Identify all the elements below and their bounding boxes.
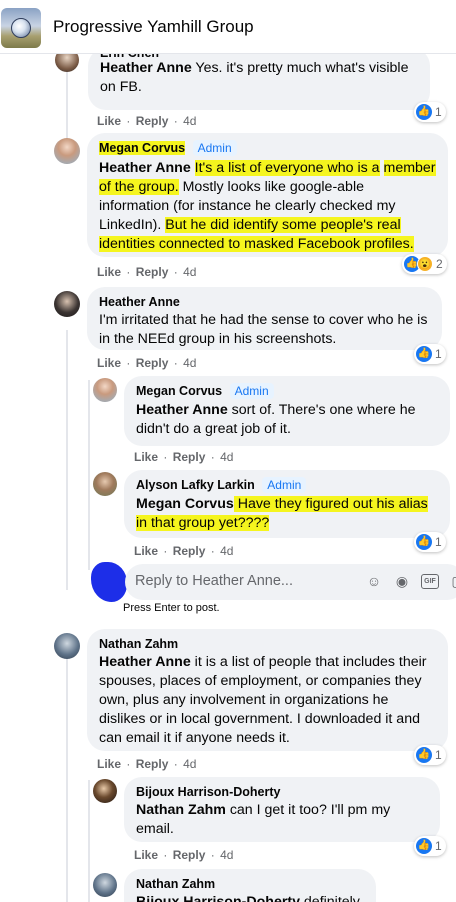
avatar[interactable] [93, 378, 117, 402]
wow-icon: 😮 [417, 256, 433, 272]
comment-actions: Like · Reply · 4d [97, 114, 197, 128]
reply-button[interactable]: Reply [173, 544, 206, 558]
timestamp[interactable]: 4d [220, 544, 233, 558]
mention-link[interactable]: Heather Anne [136, 402, 228, 418]
admin-badge[interactable]: Admin [262, 477, 307, 493]
like-icon: 👍 [416, 838, 432, 854]
comment-bubble: Megan Corvus Admin Heather Anne It's a l… [87, 133, 448, 257]
reaction-count[interactable]: 👍 😮 2 [402, 254, 447, 274]
reaction-count[interactable]: 👍 1 [414, 102, 446, 122]
comment-text: Heather Anne Yes. it's pretty much what'… [100, 60, 409, 95]
reply-input[interactable]: Reply to Heather Anne... ☺ ◉ GIF ▢ [125, 564, 456, 600]
reply-button[interactable]: Reply [136, 114, 169, 128]
comment-bubble: Nathan Zahm Heather Anne it is a list of… [87, 629, 448, 751]
comment-author[interactable]: Megan Corvus [99, 141, 186, 155]
like-button[interactable]: Like [134, 544, 158, 558]
thread-line [88, 780, 90, 902]
mention-link[interactable]: Bijoux Harrison-Doherty [136, 894, 300, 902]
reply-button[interactable]: Reply [173, 848, 206, 862]
reaction-count[interactable]: 👍 1 [414, 344, 446, 364]
comment-bubble: Megan Corvus Admin Heather Anne sort of.… [124, 376, 450, 446]
group-header: Progressive Yamhill Group [0, 0, 456, 54]
avatar[interactable] [93, 873, 117, 897]
reaction-count[interactable]: 👍 1 [414, 532, 446, 552]
comment-author[interactable]: Nathan Zahm [136, 876, 364, 892]
mention-link[interactable]: Megan Corvus [136, 496, 234, 512]
like-icon: 👍 [416, 534, 432, 550]
comment-bubble: Erin Chen Heather Anne Yes. it's pretty … [88, 46, 430, 110]
mention-link[interactable]: Heather Anne [99, 654, 191, 670]
reply-button[interactable]: Reply [136, 757, 169, 771]
comment-author[interactable]: Megan Corvus [136, 384, 222, 398]
avatar[interactable] [54, 138, 80, 164]
avatar[interactable] [54, 633, 80, 659]
mention-link[interactable]: Nathan Zahm [136, 802, 226, 818]
group-title[interactable]: Progressive Yamhill Group [53, 17, 254, 37]
comment-actions: Like · Reply · 4d [97, 757, 197, 771]
thread-line [88, 380, 90, 570]
reaction-count[interactable]: 👍 1 [414, 745, 446, 765]
timestamp[interactable]: 4d [183, 356, 196, 370]
like-icon: 👍 [416, 747, 432, 763]
camera-icon[interactable]: ◉ [393, 572, 411, 590]
comment-author[interactable]: Alyson Lafky Larkin [136, 478, 255, 492]
comment-author[interactable]: Nathan Zahm [99, 636, 436, 652]
reaction-count[interactable]: 👍 1 [414, 836, 446, 856]
thread-line [66, 330, 68, 590]
group-logo-icon[interactable] [1, 8, 41, 48]
reply-button[interactable]: Reply [136, 265, 169, 279]
comment-bubble: Bijoux Harrison-Doherty Nathan Zahm can … [124, 777, 440, 842]
comment-text: Megan Corvus Have they figured out his a… [136, 496, 428, 531]
reply-button[interactable]: Reply [173, 450, 206, 464]
timestamp[interactable]: 4d [183, 114, 196, 128]
comment-actions: Like · Reply · 4d [134, 544, 234, 558]
like-icon: 👍 [416, 346, 432, 362]
comment-author-line: Alyson Lafky Larkin Admin [136, 477, 438, 493]
redaction-scribble [91, 562, 127, 602]
mention-link[interactable]: Heather Anne [100, 60, 192, 76]
comment-author[interactable]: Bijoux Harrison-Doherty [136, 784, 428, 800]
comment-text: Heather Anne sort of. There's one where … [136, 402, 416, 437]
timestamp[interactable]: 4d [183, 757, 196, 771]
comment-text: I'm irritated that he had the sense to c… [99, 312, 428, 347]
press-enter-hint: Press Enter to post. [123, 602, 220, 614]
reply-button[interactable]: Reply [136, 356, 169, 370]
thread-line [66, 655, 68, 902]
like-button[interactable]: Like [134, 848, 158, 862]
sticker-icon[interactable]: ▢ [449, 572, 456, 590]
comment-bubble: Nathan Zahm Bijoux Harrison-Doherty defi… [124, 869, 376, 902]
admin-badge[interactable]: Admin [229, 383, 274, 399]
comment-text: Bijoux Harrison-Doherty definitely [136, 893, 364, 902]
like-button[interactable]: Like [97, 114, 121, 128]
comment-text: Nathan Zahm can I get it too? I'll pm my… [136, 802, 391, 837]
like-button[interactable]: Like [97, 356, 121, 370]
comment-author[interactable]: Heather Anne [99, 294, 430, 310]
comment-text: Heather Anne It's a list of everyone who… [99, 160, 436, 252]
avatar[interactable] [54, 291, 80, 317]
emoji-icon[interactable]: ☺ [365, 572, 383, 590]
comment-actions: Like · Reply · 4d [97, 356, 197, 370]
gif-icon[interactable]: GIF [421, 574, 439, 589]
comment-actions: Like · Reply · 4d [134, 848, 234, 862]
comment-actions: Like · Reply · 4d [134, 450, 234, 464]
like-button[interactable]: Like [97, 757, 121, 771]
timestamp[interactable]: 4d [183, 265, 196, 279]
like-button[interactable]: Like [97, 265, 121, 279]
comment-author-line: Megan Corvus Admin [136, 383, 438, 399]
like-button[interactable]: Like [134, 450, 158, 464]
comment-text: Heather Anne it is a list of people that… [99, 654, 427, 746]
timestamp[interactable]: 4d [220, 450, 233, 464]
comment-actions: Like · Reply · 4d [97, 265, 197, 279]
reply-placeholder: Reply to Heather Anne... [135, 573, 293, 589]
timestamp[interactable]: 4d [220, 848, 233, 862]
comment-bubble: Alyson Lafky Larkin Admin Megan Corvus H… [124, 470, 450, 538]
mention-link[interactable]: Heather Anne [99, 160, 191, 176]
avatar[interactable] [93, 779, 117, 803]
comment-author-line: Megan Corvus Admin [99, 140, 436, 156]
admin-badge[interactable]: Admin [192, 140, 237, 156]
like-icon: 👍 [416, 104, 432, 120]
avatar[interactable] [93, 472, 117, 496]
comment-bubble: Heather Anne I'm irritated that he had t… [87, 287, 442, 350]
